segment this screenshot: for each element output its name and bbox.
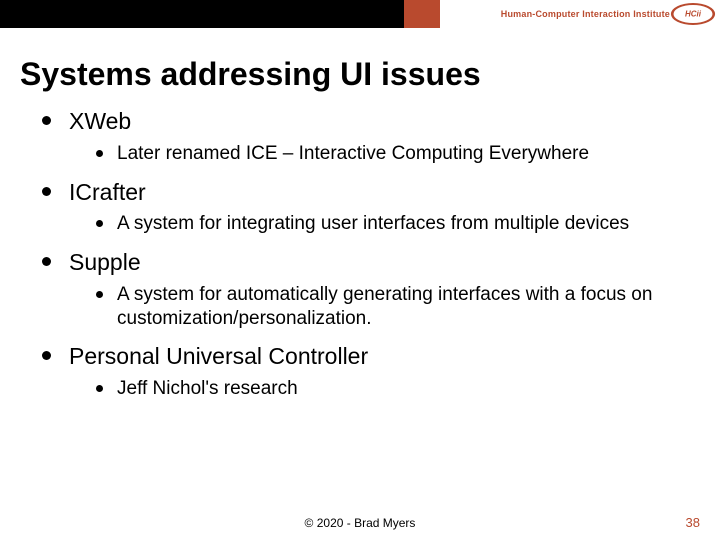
copyright-text: © 2020 - Brad Myers: [305, 516, 416, 530]
bullet-label: Later renamed ICE – Interactive Computin…: [117, 142, 589, 166]
list-subitem: Jeff Nichol's research: [96, 377, 700, 401]
bullet-label: Personal Universal Controller: [69, 342, 368, 371]
bullet-icon: [96, 291, 103, 298]
slide-content: XWeb Later renamed ICE – Interactive Com…: [0, 107, 720, 401]
bullet-icon: [42, 257, 51, 266]
bullet-label: Supple: [69, 248, 141, 277]
slide-topbar: Human-Computer Interaction Institute HCi…: [0, 0, 720, 28]
topbar-institute: Human-Computer Interaction Institute HCi…: [440, 0, 720, 28]
bullet-icon: [42, 187, 51, 196]
list-subitem: Later renamed ICE – Interactive Computin…: [96, 142, 700, 166]
list-item: Personal Universal Controller: [42, 342, 700, 371]
list-subitem: A system for automatically generating in…: [96, 283, 700, 331]
list-item: XWeb: [42, 107, 700, 136]
bullet-icon: [42, 351, 51, 360]
bullet-icon: [96, 150, 103, 157]
slide-footer: © 2020 - Brad Myers 38: [0, 516, 720, 530]
bullet-label: ICrafter: [69, 178, 146, 207]
hcii-logo-icon: HCii: [676, 3, 710, 25]
bullet-label: Jeff Nichol's research: [117, 377, 298, 401]
topbar-black: [0, 0, 404, 28]
bullet-label: A system for integrating user interfaces…: [117, 212, 629, 236]
bullet-label: XWeb: [69, 107, 131, 136]
slide-title: Systems addressing UI issues: [0, 28, 720, 107]
bullet-icon: [96, 385, 103, 392]
institute-label: Human-Computer Interaction Institute: [501, 9, 670, 19]
page-number: 38: [686, 515, 700, 530]
list-item: ICrafter: [42, 178, 700, 207]
list-item: Supple: [42, 248, 700, 277]
bullet-icon: [42, 116, 51, 125]
bullet-icon: [96, 220, 103, 227]
list-subitem: A system for integrating user interfaces…: [96, 212, 700, 236]
topbar-accent: [404, 0, 440, 28]
bullet-label: A system for automatically generating in…: [117, 283, 677, 331]
